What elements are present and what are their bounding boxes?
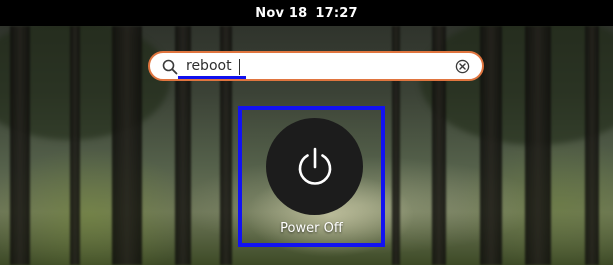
power-off-result[interactable] <box>266 118 363 215</box>
power-off-label: Power Off <box>280 221 343 236</box>
clock-date: Nov 18 <box>255 5 308 21</box>
text-caret <box>239 59 240 75</box>
search-input[interactable] <box>186 55 446 77</box>
search-entry[interactable] <box>148 51 484 81</box>
clock-time: 17:27 <box>315 5 358 21</box>
clear-icon[interactable] <box>455 59 470 74</box>
typed-text-underline <box>178 76 246 79</box>
power-icon <box>298 147 331 185</box>
top-bar: Nov 18 17:27 <box>0 0 613 26</box>
search-icon <box>162 59 178 75</box>
clock[interactable]: Nov 18 17:27 <box>255 6 358 21</box>
